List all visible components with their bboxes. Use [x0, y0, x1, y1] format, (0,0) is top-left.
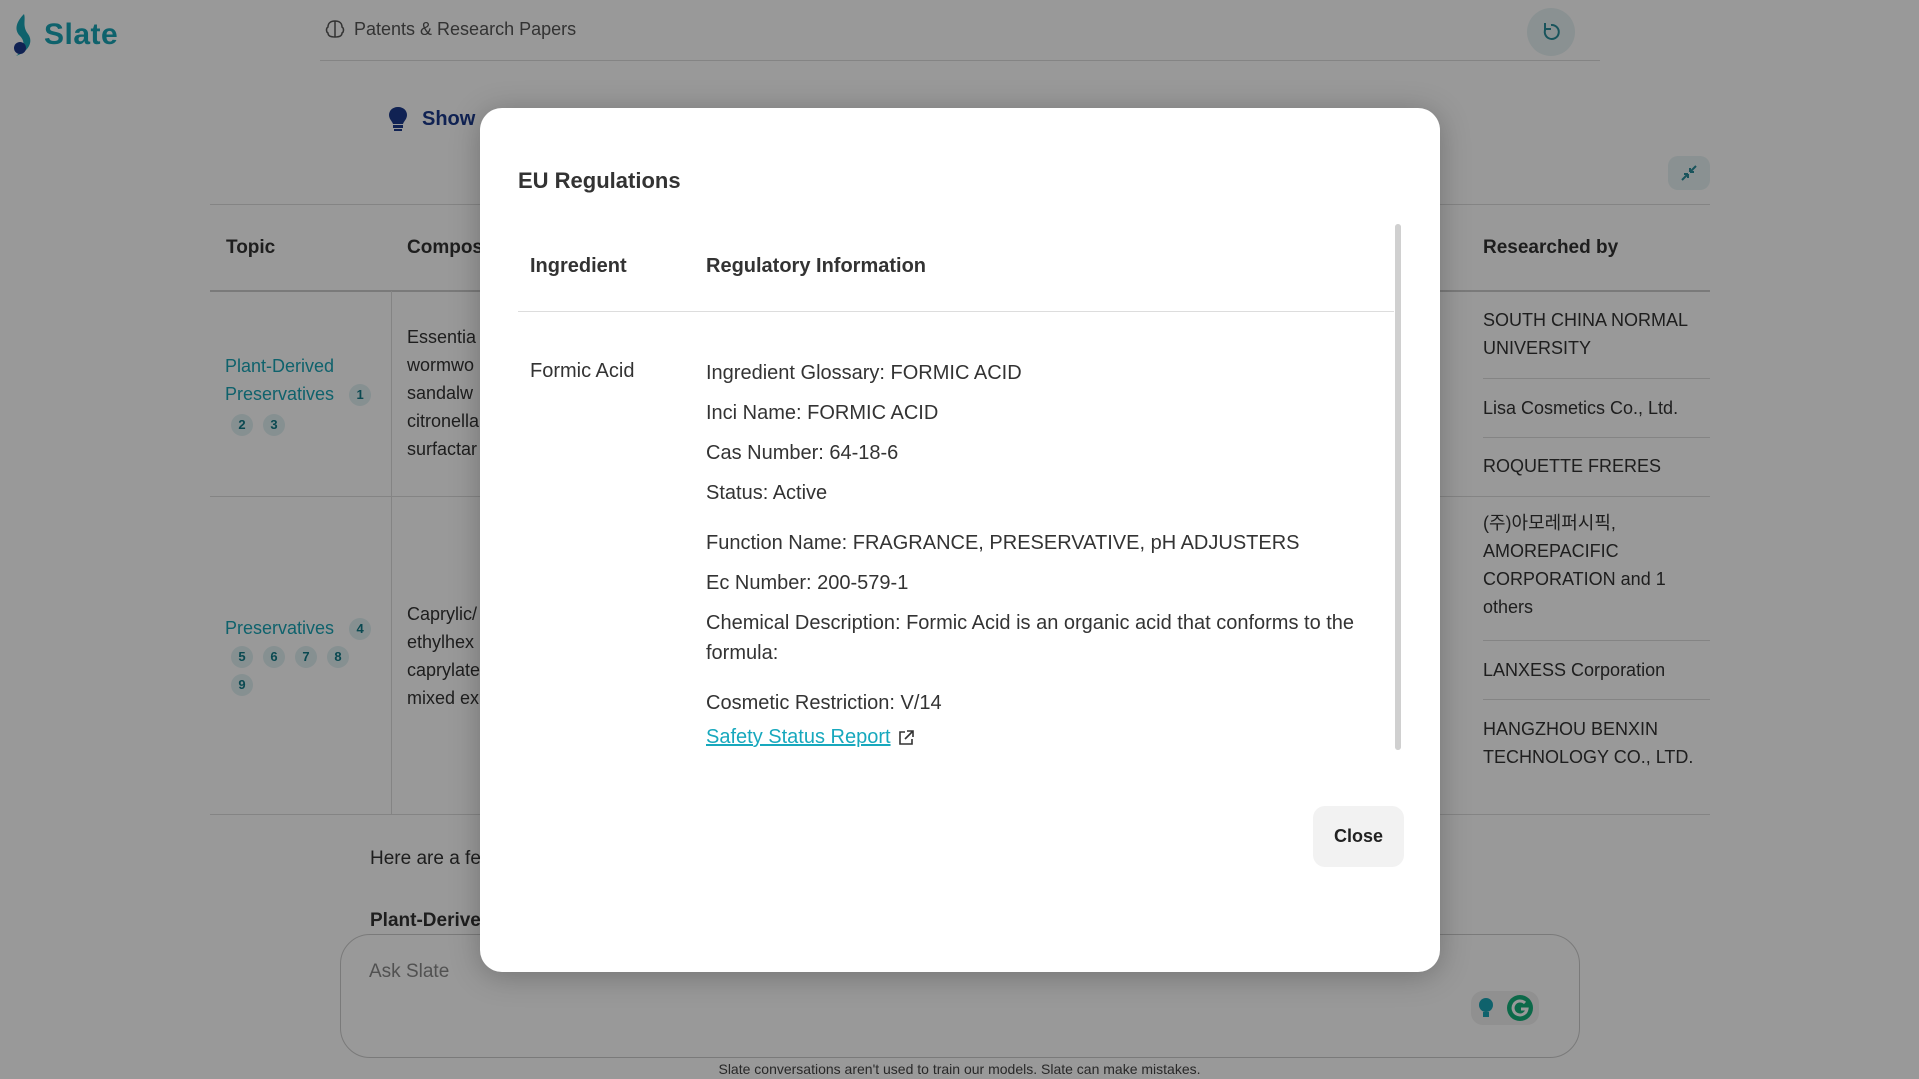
header-ingredient: Ingredient [530, 255, 627, 277]
external-link-icon [898, 729, 914, 745]
link-label: Safety Status Report [706, 726, 891, 748]
eu-regulations-modal: EU Regulations Ingredient Regulatory Inf… [480, 108, 1440, 972]
modal-title: EU Regulations [518, 168, 681, 193]
safety-status-report-link[interactable]: Safety Status Report [706, 726, 915, 749]
modal-table[interactable]: Ingredient Regulatory Information Formic… [518, 224, 1406, 756]
info-function: Function Name: FRAGRANCE, PRESERVATIVE, … [706, 532, 1300, 554]
info-cas: Cas Number: 64-18-6 [706, 442, 899, 464]
info-chemical: Chemical Description: Formic Acid is an … [706, 612, 1355, 664]
info-glossary: Ingredient Glossary: FORMIC ACID [706, 362, 1022, 384]
modal-scrollbar-thumb[interactable] [1395, 224, 1401, 750]
info-restriction: Cosmetic Restriction: V/14 [706, 692, 942, 714]
header-regulatory-info: Regulatory Information [706, 255, 927, 277]
info-ec: Ec Number: 200-579-1 [706, 572, 909, 594]
info-inci: Inci Name: FORMIC ACID [706, 402, 939, 424]
ingredient-name: Formic Acid [530, 360, 635, 382]
close-button[interactable]: Close [1313, 806, 1404, 867]
info-status: Status: Active [706, 482, 828, 504]
modal-table-header: Ingredient Regulatory Information [518, 224, 1394, 312]
